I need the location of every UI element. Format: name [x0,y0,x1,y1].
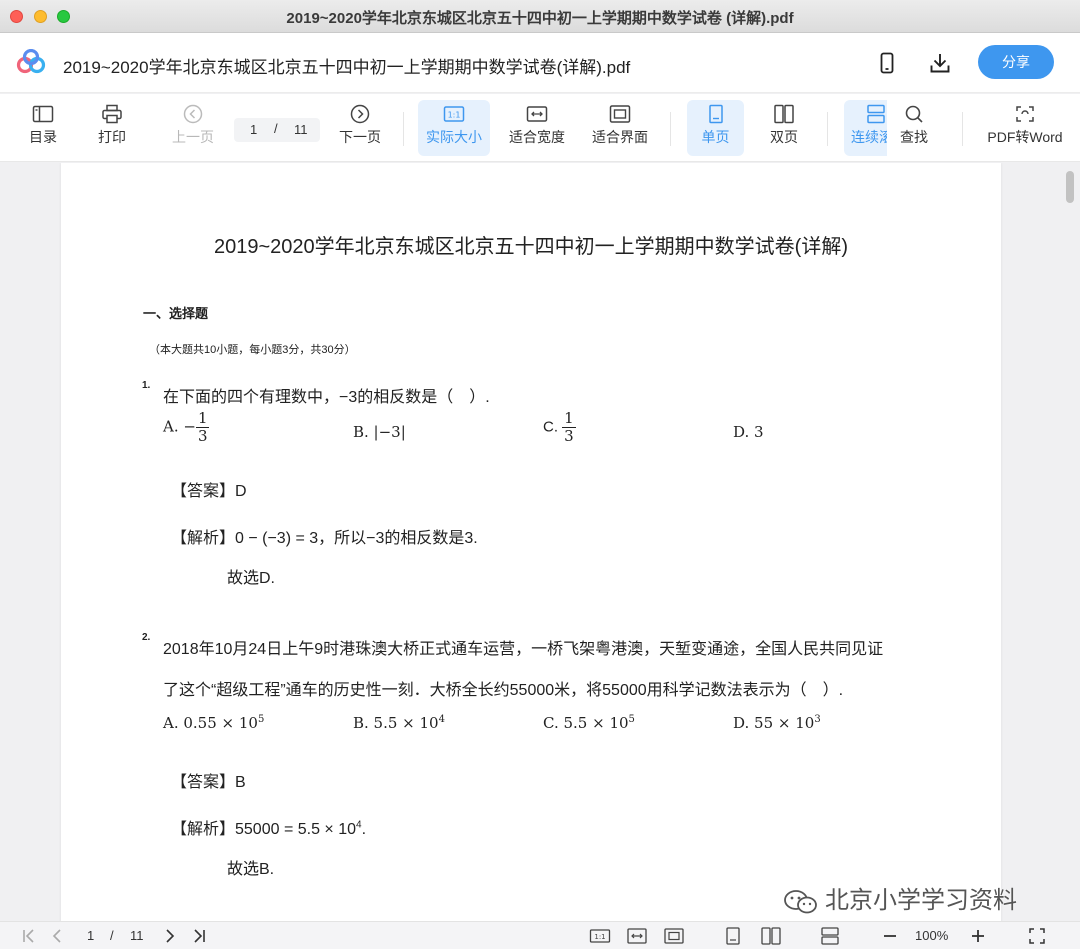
download-icon[interactable] [928,51,952,75]
pdf-to-word-button[interactable]: PDF转Word [984,100,1066,156]
toc-button[interactable]: 目录 [22,100,64,156]
option-a: A. −1 3 [163,409,210,445]
chevron-right-circle-icon [350,104,370,124]
share-button[interactable]: 分享 [978,45,1054,79]
print-button[interactable]: 打印 [92,100,132,156]
toolbar: 目录 打印 上一页 1 / 11 下一页 1:1 实际大小 适合宽度 适合界面 … [0,94,1080,162]
zoom-in-icon[interactable] [968,926,988,946]
option-d: D. 3 [733,423,764,441]
question-text: 了这个“超级工程”通车的历史性一刻．大桥全长约55000米，将55000用科学记… [163,682,844,699]
answer: 【答案】B [171,774,246,791]
actual-size-icon: 1:1 [443,106,465,122]
window-title: 2019~2020学年北京东城区北京五十四中初一上学期期中数学试卷 (详解).p… [286,10,794,27]
bottom-page-total: 11 [130,928,144,943]
continuous-scroll-icon [867,104,885,124]
fraction: 13 [562,409,576,445]
next-page-button[interactable]: 下一页 [336,100,384,156]
zoom-out-icon[interactable] [880,926,900,946]
analysis: 【解析】55000 = 5.5 × 104. [171,819,367,838]
fit-page-button[interactable]: 适合界面 [589,100,651,156]
single-page-icon[interactable] [723,926,743,946]
zoom-level: 100% [915,928,949,943]
svg-text:1:1: 1:1 [594,933,605,941]
window-titlebar: 2019~2020学年北京东城区北京五十四中初一上学期期中数学试卷 (详解).p… [0,0,1080,33]
printer-icon [102,104,122,124]
option-a: A. 0.55 × 105 [163,714,265,732]
search-button[interactable]: 查找 [893,100,935,156]
app-logo-icon [16,49,46,74]
fit-page-icon [609,105,631,123]
section-heading: 一、选择题 [143,306,209,321]
conclusion: 故选D. [227,570,276,587]
fit-width-icon [526,106,548,122]
question-number: 2. [142,632,151,643]
app-header: 2019~2020学年北京东城区北京五十四中初一上学期期中数学试卷(详解).pd… [0,33,1080,93]
continuous-scroll-icon[interactable] [819,926,841,946]
option-c: C. 5.5 × 105 [543,714,635,732]
option-d: D. 55 × 103 [733,714,821,732]
page-number-input[interactable]: 1 / 11 [234,118,320,142]
next-page-icon[interactable] [162,926,178,946]
exam-title: 2019~2020学年北京东城区北京五十四中初一上学期期中数学试卷(详解) [214,236,848,258]
continuous-scroll-button[interactable]: 连续滚 [844,100,887,156]
actual-size-button[interactable]: 1:1 实际大小 [418,100,490,156]
single-page-button[interactable]: 单页 [687,100,744,156]
convert-icon [1016,106,1034,122]
bottom-bar: 1 / 11 1:1 100% [0,921,1080,949]
bottom-page-current[interactable]: 1 [87,928,94,943]
prev-page-button[interactable]: 上一页 [168,100,218,156]
prev-page-icon[interactable] [49,926,65,946]
wechat-icon [784,889,817,914]
fullscreen-icon[interactable] [1027,926,1047,946]
fit-width-button[interactable]: 适合宽度 [506,100,568,156]
option-c: C. 13 [543,409,576,445]
watermark: 北京小学学习资料 [783,880,1017,916]
fraction: 13 [195,409,210,445]
question-number: 1. [142,380,151,391]
chevron-left-circle-icon [183,104,203,124]
first-page-icon[interactable] [20,926,38,946]
search-icon [905,105,923,123]
pdf-page: 2019~2020学年北京东城区北京五十四中初一上学期期中数学试卷(详解) 一、… [61,163,1001,921]
section-note: （本大题共10小题，每小题3分，共30分） [149,344,356,356]
last-page-icon[interactable] [190,926,208,946]
single-page-icon [708,104,723,124]
option-b: B. 5.5 × 104 [353,714,445,732]
svg-text:1:1: 1:1 [448,111,461,120]
vertical-scrollbar[interactable] [1066,171,1074,203]
answer: 【答案】D [171,483,247,500]
analysis: 【解析】0 − (−3) = 3，所以−3的相反数是3. [171,530,478,547]
document-title: 2019~2020学年北京东城区北京五十四中初一上学期期中数学试卷(详解).pd… [63,58,631,77]
double-page-button[interactable]: 双页 [762,100,806,156]
mobile-phone-icon[interactable] [875,51,899,75]
question-text: 2018年10月24日上午9时港珠澳大桥正式通车运营，一桥飞架粤港澳，天堑变通途… [163,641,884,658]
question-text: 在下面的四个有理数中，−3的相反数是（ ）. [163,389,490,406]
conclusion: 故选B. [227,861,275,878]
option-b: B. |−3| [353,423,406,441]
document-viewport[interactable]: 2019~2020学年北京东城区北京五十四中初一上学期期中数学试卷(详解) 一、… [0,163,1080,921]
actual-size-icon[interactable]: 1:1 [589,926,611,946]
double-page-icon[interactable] [760,926,782,946]
fit-page-icon[interactable] [663,926,685,946]
double-page-icon [774,104,794,124]
fit-width-icon[interactable] [626,926,648,946]
toc-icon [32,105,54,123]
